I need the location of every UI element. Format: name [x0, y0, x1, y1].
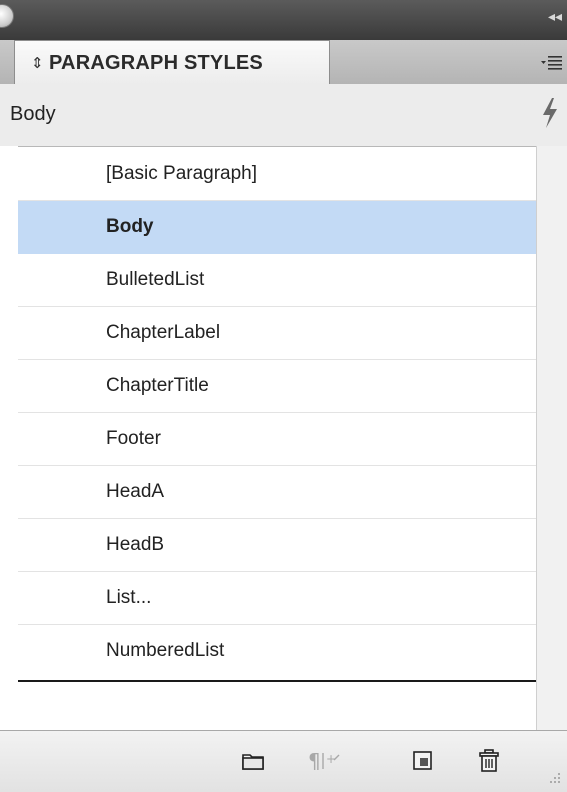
style-row[interactable]: HeadA [18, 466, 536, 519]
style-row[interactable]: List... [18, 572, 536, 625]
current-style-label: Body [10, 103, 56, 125]
style-row[interactable]: ChapterTitle [18, 360, 536, 413]
tab-cycle-icon[interactable]: ⇕ [31, 54, 44, 72]
clear-overrides-icon[interactable]: ¶ + [307, 748, 343, 774]
quick-apply-icon[interactable] [539, 96, 561, 130]
style-label: List... [106, 587, 152, 608]
style-row[interactable]: Body [18, 201, 536, 254]
new-style-icon[interactable] [410, 748, 436, 774]
style-label: HeadB [106, 534, 165, 555]
folder-icon[interactable] [240, 748, 266, 774]
style-row[interactable]: BulletedList [18, 254, 536, 307]
style-label: Body [106, 216, 154, 237]
tab-label: PARAGRAPH STYLES [49, 52, 263, 74]
style-row[interactable]: NumberedList [18, 625, 536, 678]
close-button[interactable] [0, 4, 14, 28]
scrollbar[interactable] [536, 146, 567, 730]
style-label: HeadA [106, 481, 165, 502]
style-row[interactable]: ChapterLabel [18, 307, 536, 360]
style-row[interactable]: [Basic Paragraph] [18, 148, 536, 201]
panel-title-bar[interactable]: ◂◂ [0, 0, 567, 41]
style-row[interactable]: Footer [18, 413, 536, 466]
style-label: Footer [106, 428, 161, 449]
style-label: [Basic Paragraph] [106, 163, 258, 184]
resize-grip-icon[interactable] [541, 764, 563, 786]
bottom-toolbar: ¶ + [0, 730, 567, 792]
style-label: ChapterTitle [106, 375, 209, 396]
style-row[interactable]: HeadB [18, 519, 536, 572]
panel-menu-icon[interactable] [539, 52, 563, 72]
style-label: NumberedList [106, 640, 225, 661]
list-left-margin [0, 146, 18, 730]
current-style-row: Body [0, 84, 567, 147]
list-end-divider [18, 680, 536, 682]
style-label: BulletedList [106, 269, 205, 290]
tab-paragraph-styles[interactable]: ⇕ PARAGRAPH STYLES [14, 40, 330, 85]
tab-strip: ⇕ PARAGRAPH STYLES [0, 40, 567, 85]
trash-icon[interactable] [476, 748, 502, 774]
collapse-icon[interactable]: ◂◂ [547, 8, 563, 24]
style-label: ChapterLabel [106, 322, 221, 343]
paragraph-styles-panel: ◂◂ ⇕ PARAGRAPH STYLES Body [Basic Paragr… [0, 0, 567, 792]
style-list: [Basic Paragraph] Body BulletedList Chap… [18, 148, 536, 728]
svg-text:¶: ¶ [308, 749, 321, 773]
